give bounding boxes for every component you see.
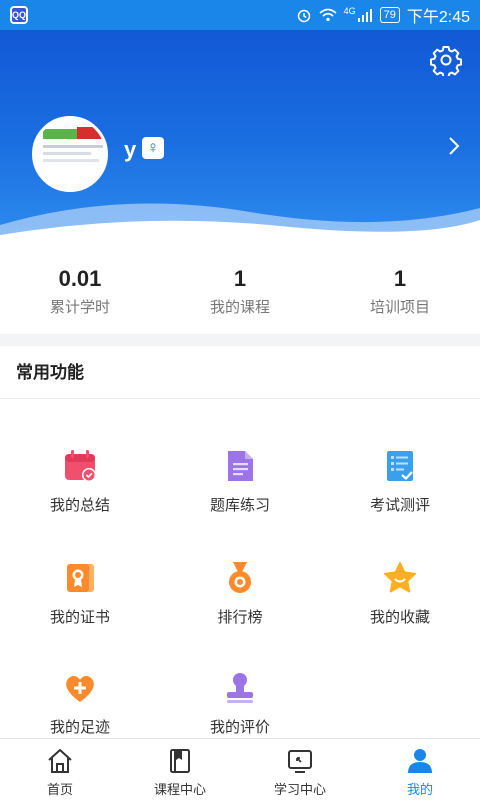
stat-training-projects[interactable]: 1 培训项目 [320,250,480,334]
app-notification-icon: QQ [10,6,28,24]
battery-indicator: 79 [379,7,400,23]
tab-label: 课程中心 [153,782,206,797]
signal-icon [357,9,372,22]
stamp-icon [227,673,253,703]
stat-label: 累计学时 [49,299,110,316]
tab-label: 我的 [406,782,433,797]
feature-my-favorites[interactable]: 我的收藏 [320,560,480,627]
tab-home[interactable]: 首页 [0,739,120,800]
status-time: 下午2:45 [406,9,470,26]
home-icon [48,749,72,773]
feature-label: 排行榜 [217,609,263,626]
network-type: 4G [343,6,356,16]
stat-label: 培训项目 [369,299,430,316]
bottom-tab-bar: 首页 课程中心 学习中心 我的 [0,738,480,800]
feature-my-certificates[interactable]: 我的证书 [0,560,160,627]
stat-value: 1 [233,266,247,291]
feature-exam[interactable]: 考试测评 [320,448,480,515]
stat-label: 我的课程 [209,299,270,316]
status-indicators: 4G 79 下午2:45 [296,3,470,27]
settings-gear-icon[interactable] [430,44,462,76]
feature-my-footprint[interactable]: 我的足迹 [0,670,160,737]
feature-label: 我的总结 [49,497,110,514]
user-icon [408,749,432,773]
feature-my-reviews[interactable]: 我的评价 [160,670,320,737]
alarm-icon [297,9,310,23]
chevron-right-icon[interactable] [446,134,462,158]
profile-header: y ♀ [0,30,480,250]
section-divider-line [0,398,480,399]
tab-label: 学习中心 [273,782,326,797]
medal-icon [229,562,251,593]
feature-label: 我的收藏 [369,609,430,626]
feature-label: 考试测评 [369,497,430,514]
feature-label: 题库练习 [209,497,270,514]
section-title: 常用功能 [16,363,84,382]
wifi-icon [319,8,337,22]
feature-label: 我的证书 [49,609,110,626]
heart-plus-icon [66,676,94,702]
feature-label: 我的足迹 [49,719,110,736]
tab-learning-center[interactable]: 学习中心 [240,739,360,800]
book-icon [170,749,190,773]
certificate-icon [67,564,94,592]
learning-screen-icon [288,750,312,773]
avatar[interactable] [32,116,108,192]
status-bar: QQ 4G 79 下午2:45 [0,0,480,30]
stat-study-hours[interactable]: 0.01 累计学时 [0,250,160,334]
username: y [124,137,137,162]
header-wave [0,203,480,250]
stat-value: 1 [393,266,407,291]
feature-label: 我的评价 [209,719,270,736]
star-icon [384,562,416,593]
stat-value: 0.01 [58,266,102,291]
learning-stats: 0.01 累计学时 1 我的课程 1 培训项目 [0,250,480,334]
section-divider [0,334,480,346]
feature-leaderboard[interactable]: 排行榜 [160,560,320,627]
tab-label: 首页 [46,782,73,797]
exam-list-icon [387,451,413,481]
tab-course-center[interactable]: 课程中心 [120,739,240,800]
document-icon [228,451,253,481]
calendar-check-icon [65,450,96,482]
feature-question-bank[interactable]: 题库练习 [160,448,320,515]
stat-my-courses[interactable]: 1 我的课程 [160,250,320,334]
feature-my-summary[interactable]: 我的总结 [0,448,160,515]
tab-mine[interactable]: 我的 [360,739,480,800]
gender-female-icon: ♀ [142,137,164,159]
